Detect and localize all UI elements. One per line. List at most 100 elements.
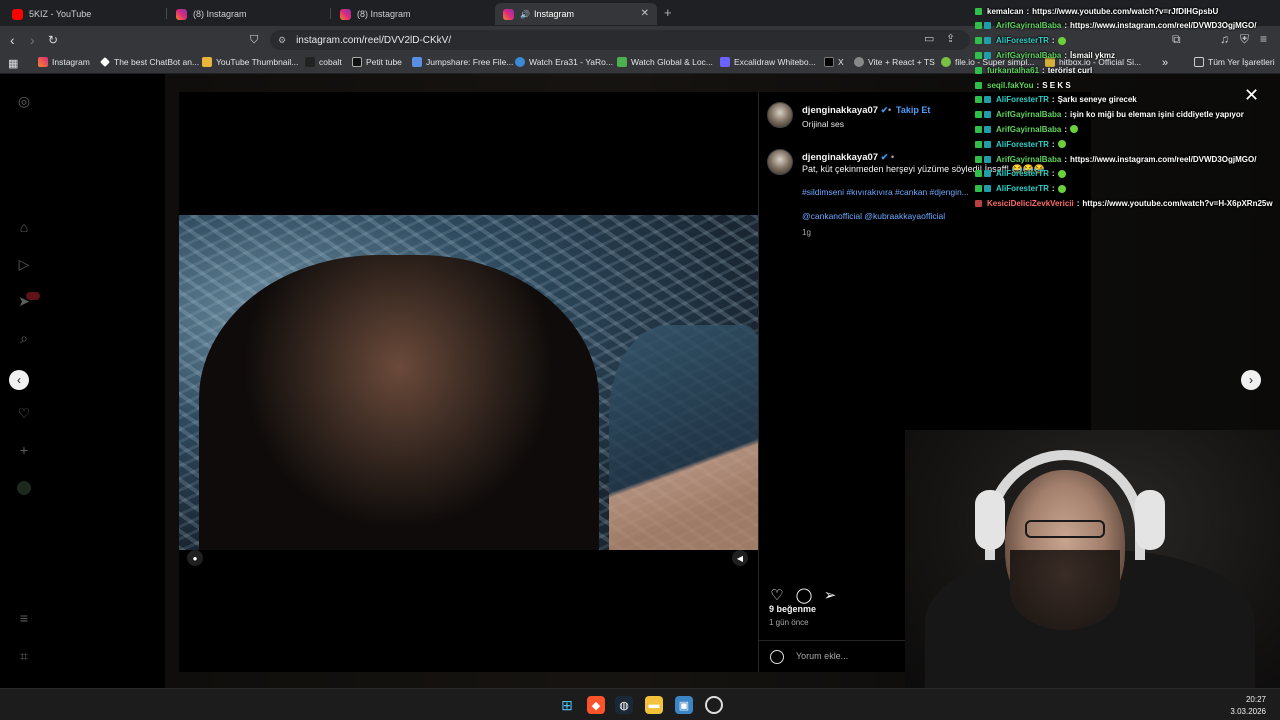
caption-avatar[interactable] — [767, 149, 793, 175]
chat-username: AliForesterTR — [996, 95, 1049, 105]
like-heart-icon[interactable]: ♡ — [768, 586, 786, 604]
video-player[interactable]: ● ◀ — [179, 92, 758, 672]
next-arrow-icon[interactable]: › — [1241, 370, 1261, 390]
tab-label: 5KIZ - YouTube — [29, 9, 92, 19]
new-tab-button[interactable]: + — [664, 5, 672, 20]
cobalt-icon — [305, 57, 315, 67]
badge-icon — [984, 51, 991, 59]
chat-separator: : — [1051, 95, 1055, 105]
tab-label: (8) Instagram — [193, 9, 247, 19]
bookmark-item[interactable]: Vite + React + TS — [854, 57, 935, 67]
instagram-icon — [503, 8, 514, 20]
bookmark-item[interactable]: Instagram — [38, 57, 90, 67]
bookmark-label: Watch Global & Loc... — [631, 57, 713, 67]
mute-icon[interactable]: ◀ — [732, 550, 748, 566]
emoji-icon[interactable] — [770, 650, 784, 664]
chat-text: İsmail ykmz — [1070, 50, 1115, 60]
obs-icon[interactable] — [705, 696, 723, 714]
steam-icon[interactable]: ◍ — [615, 696, 633, 714]
chat-separator: : — [1026, 6, 1030, 16]
speaker-icon[interactable]: 🔊 — [520, 10, 530, 19]
chat-separator: : — [1064, 110, 1068, 120]
badge-icon — [975, 111, 982, 119]
chat-badges — [975, 111, 993, 119]
chat-separator: : — [1051, 169, 1055, 179]
windows-start-icon[interactable]: ⊞ — [558, 696, 576, 714]
chat-username: ArifGayirnalBaba — [996, 110, 1062, 120]
share-send-icon[interactable]: ➢ — [821, 586, 839, 604]
address-bar[interactable]: ⚙ instagram.com/reel/DVV2lD-CKkV/ — [270, 30, 970, 50]
stream-chat-overlay: kemalcan: https://www.youtube.com/watch?v… — [975, 0, 1280, 230]
chat-username: KesiciDeliciZevkVericii — [987, 198, 1074, 208]
webcam-feed — [905, 430, 1280, 692]
bookmark-item[interactable]: X — [824, 57, 844, 67]
bookmark-item[interactable]: Jumpshare: Free File... — [412, 57, 513, 67]
reload-icon[interactable]: ↻ — [48, 31, 58, 49]
bookmark-item[interactable]: Petit tube — [352, 57, 402, 67]
hashtags[interactable]: #sildimseni #kıvırakıvıra #cankan #djeng… — [802, 187, 969, 197]
bookmark-label: Jumpshare: Free File... — [426, 57, 514, 67]
site-info-icon[interactable]: ⚙ — [278, 35, 286, 46]
video-figure — [199, 255, 599, 550]
bookmark-label: The best ChatBot an... — [114, 57, 200, 67]
petit-tube-icon — [352, 57, 362, 67]
bookmark-label: Vite + React + TS — [868, 57, 935, 67]
chat-username: AliForesterTR — [996, 139, 1049, 149]
back-icon[interactable]: ‹ — [10, 31, 15, 49]
tagged-user-icon[interactable]: ● — [187, 550, 203, 566]
chat-badges — [975, 170, 993, 178]
audio-label[interactable]: Orijinal ses — [802, 119, 844, 129]
thumbnail-icon — [202, 57, 212, 67]
chat-separator: : — [1076, 198, 1080, 208]
install-icon[interactable]: ▭ — [924, 32, 934, 45]
chat-badges — [975, 96, 993, 104]
apps-icon[interactable]: ▦ — [8, 57, 18, 70]
caption-age: 1g — [802, 228, 811, 237]
bookmark-item[interactable]: cobalt — [305, 57, 342, 67]
tab-youtube[interactable]: 5KIZ - YouTube — [4, 3, 164, 25]
chat-message: furkantalha61: terörist curl — [975, 63, 1092, 77]
bookmark-label: Watch Era31 - YaRo... — [529, 57, 613, 67]
chat-message: AliForesterTR: — [975, 182, 1066, 196]
bookmark-item[interactable]: Watch Global & Loc... — [617, 57, 713, 67]
file-explorer-icon[interactable]: ▬ — [645, 696, 663, 714]
mentions[interactable]: @cankanofficial @kubraakkayaofficial — [802, 211, 945, 221]
store-icon[interactable]: ▣ — [675, 696, 693, 714]
likes-count[interactable]: 9 beğenme — [769, 604, 816, 614]
dot-separator: • — [888, 105, 892, 115]
caption-username[interactable]: djenginakkaya07 ✔ • — [802, 152, 894, 163]
bookmark-item[interactable]: Watch Era31 - YaRo... — [515, 57, 613, 67]
tab-instagram-1[interactable]: (8) Instagram — [168, 3, 328, 25]
chat-message: AliForesterTR: — [975, 137, 1066, 151]
bookmark-icon[interactable]: ⛉ — [250, 31, 258, 49]
bookmark-item[interactable]: The best ChatBot an... — [100, 57, 199, 67]
chat-message: ArifGayirnalBaba: — [975, 122, 1079, 136]
avatar[interactable] — [767, 102, 793, 128]
chat-badges — [975, 22, 993, 30]
badge-icon — [975, 199, 982, 207]
follow-button[interactable]: Takip Et — [896, 105, 930, 115]
tab-instagram-2[interactable]: (8) Instagram — [332, 3, 492, 25]
system-clock[interactable]: 20:27 3.03.2026 — [1230, 694, 1266, 718]
previous-arrow-icon[interactable]: ‹ — [9, 370, 29, 390]
comment-input[interactable]: Yorum ekle... — [796, 651, 848, 661]
tab-instagram-active[interactable]: 🔊 Instagram ✕ — [495, 3, 657, 25]
badge-icon — [975, 51, 982, 59]
bookmark-item[interactable]: Excalidraw Whitebo... — [720, 57, 816, 67]
post-username[interactable]: djenginakkaya07 ✔ — [802, 105, 888, 116]
jumpshare-icon — [412, 57, 422, 67]
chat-separator: : — [1036, 80, 1040, 90]
youtube-icon — [12, 8, 23, 20]
forward-icon[interactable]: › — [30, 31, 35, 49]
chat-text: Şarkı seneye girecek — [1057, 95, 1137, 105]
comment-icon[interactable]: ◯ — [795, 586, 813, 604]
globe-icon — [854, 57, 864, 67]
bookmark-item[interactable]: YouTube Thumbnail... — [202, 57, 298, 67]
video-frame — [179, 215, 758, 550]
bookmark-label: Petit tube — [366, 57, 402, 67]
brave-browser-icon[interactable]: ◆ — [587, 696, 605, 714]
chat-text: https://www.youtube.com/watch?v=rJfDIHGp… — [1032, 6, 1219, 16]
badge-icon — [975, 140, 982, 148]
share-icon[interactable]: ⇪ — [946, 32, 955, 45]
close-tab-icon[interactable]: ✕ — [641, 8, 649, 19]
